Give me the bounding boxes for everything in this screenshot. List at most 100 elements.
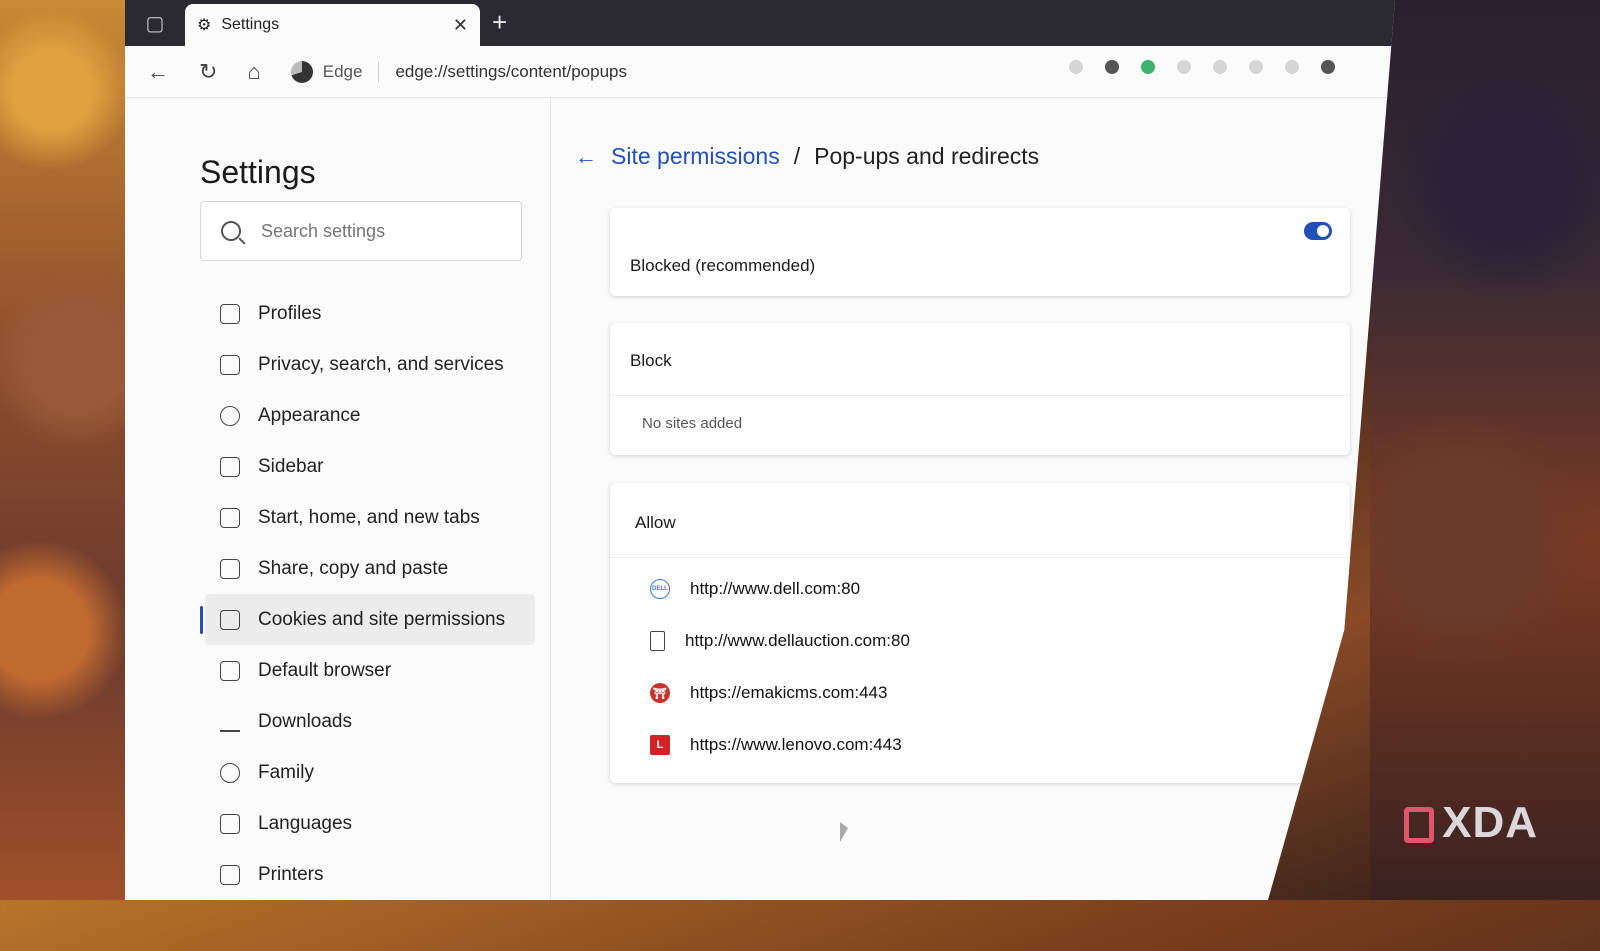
watermark-text: XDA: [1442, 798, 1538, 847]
block-header: Block: [630, 351, 672, 370]
blocked-toggle[interactable]: [1304, 222, 1332, 240]
extension-icon[interactable]: [1141, 60, 1155, 74]
site-url: http://www.dellauction.com:80: [685, 631, 910, 650]
extension-icon[interactable]: [1105, 60, 1119, 74]
settings-content: ← Site permissions / Pop-ups and redirec…: [555, 98, 1375, 900]
sidebar-item-label: Downloads: [258, 710, 352, 732]
lenovo-favicon: L: [650, 735, 670, 755]
site-url: https://emakicms.com:443: [690, 683, 888, 702]
close-icon[interactable]: ✕: [453, 15, 468, 36]
gear-icon: ⚙: [197, 17, 212, 34]
search-input[interactable]: [259, 219, 483, 243]
url-brand: Edge: [322, 61, 363, 81]
sidebar-item-label: Printers: [258, 863, 324, 885]
family-icon: [220, 762, 240, 783]
toolbar: ← ↻ ⌂ Edge edge://settings/content/popup…: [125, 46, 1395, 98]
sidebar-item-printers[interactable]: Printers: [205, 849, 535, 900]
cookies-icon: [220, 609, 240, 630]
address-bar[interactable]: Edge edge://settings/content/popups: [290, 60, 627, 83]
mouse-cursor-icon: [840, 822, 848, 842]
sidebar-item-cookies[interactable]: Cookies and site permissions: [200, 594, 535, 645]
sidebar-item-privacy[interactable]: Privacy, search, and services: [205, 339, 535, 390]
list-item[interactable]: ⛩ https://emakicms.com:443: [650, 683, 887, 703]
sidebar-item-label: Cookies and site permissions: [258, 608, 506, 630]
extension-icon[interactable]: [1285, 60, 1299, 74]
url-text: edge://settings/content/popups: [395, 61, 627, 81]
palette-icon: [220, 405, 240, 426]
sidebar-item-appearance[interactable]: Appearance: [205, 390, 535, 441]
back-button[interactable]: ←: [147, 59, 169, 85]
sidebar-icon: [220, 456, 240, 477]
breadcrumb-separator: /: [793, 143, 801, 169]
extensions-area: [1069, 60, 1335, 74]
list-item[interactable]: L https://www.lenovo.com:443: [650, 735, 902, 755]
sidebar-item-profiles[interactable]: Profiles: [205, 288, 535, 339]
sidebar-item-label: Start, home, and new tabs: [258, 506, 480, 528]
tab-actions-icon[interactable]: ▢: [125, 0, 185, 46]
allow-header: Allow: [635, 513, 676, 532]
divider: [610, 395, 1350, 396]
site-url: https://www.lenovo.com:443: [690, 735, 902, 754]
background-left: [0, 0, 130, 900]
sidebar-item-label: Family: [258, 761, 314, 783]
list-item[interactable]: http://www.dellauction.com:80: [650, 631, 910, 651]
document-icon: [650, 631, 665, 651]
sidebar-item-share[interactable]: Share, copy and paste: [205, 543, 535, 594]
extension-icon[interactable]: [1177, 60, 1191, 74]
allow-card: Allow DELL http://www.dell.com:80 http:/…: [610, 483, 1350, 783]
browser-icon: [220, 660, 240, 681]
dell-favicon: DELL: [650, 579, 670, 599]
sidebar-item-languages[interactable]: Languages: [205, 798, 535, 849]
xda-logo-icon: [1404, 807, 1435, 844]
blocked-card: Blocked (recommended): [610, 208, 1350, 296]
sidebar-item-default-browser[interactable]: Default browser: [205, 645, 535, 696]
sidebar-item-family[interactable]: Family: [205, 747, 535, 798]
printer-icon: [220, 864, 240, 885]
profile-icon: [220, 303, 240, 324]
search-box[interactable]: [200, 201, 522, 261]
sidebar-item-label: System and performance: [258, 914, 471, 936]
address-divider: [378, 61, 380, 82]
sidebar-item-label: Sidebar: [258, 455, 324, 477]
refresh-button[interactable]: ↻: [199, 59, 217, 85]
block-empty-text: No sites added: [642, 415, 743, 432]
xda-watermark: XDA: [1404, 798, 1538, 848]
settings-sidebar: Settings Profiles Privacy, search, and s…: [125, 98, 551, 900]
download-icon: [220, 712, 240, 732]
language-icon: [220, 813, 240, 834]
sidebar-item-system[interactable]: System and performance: [205, 900, 535, 951]
sidebar-item-label: Privacy, search, and services: [258, 353, 504, 375]
edge-icon: [290, 60, 313, 83]
tab-title: Settings: [221, 16, 280, 33]
extension-icon[interactable]: [1213, 60, 1227, 74]
profile-avatar[interactable]: [1321, 60, 1335, 74]
sidebar-item-start-home[interactable]: Start, home, and new tabs: [205, 492, 535, 543]
home-tabs-icon: [220, 507, 240, 528]
sidebar-item-sidebar[interactable]: Sidebar: [205, 441, 535, 492]
breadcrumb-parent-link[interactable]: Site permissions: [611, 143, 780, 170]
extension-icon[interactable]: [1249, 60, 1263, 74]
sidebar-item-label: Share, copy and paste: [258, 557, 449, 579]
back-arrow-icon[interactable]: ←: [575, 144, 597, 170]
settings-nav: Profiles Privacy, search, and services A…: [200, 288, 535, 951]
block-card: Block No sites added: [610, 323, 1350, 455]
system-icon: [220, 916, 240, 936]
search-icon: [221, 221, 241, 241]
page-title: Settings: [200, 154, 316, 190]
divider: [610, 557, 1350, 558]
sidebar-item-label: Appearance: [258, 404, 361, 426]
favorite-star-icon[interactable]: [1069, 60, 1083, 74]
site-url: http://www.dell.com:80: [690, 579, 861, 598]
background-right: [1370, 0, 1600, 900]
breadcrumb-current: Pop-ups and redirects: [814, 143, 1040, 169]
browser-window: ▢ ⚙ Settings ✕ + ← ↻ ⌂ Edge edge://setti…: [125, 0, 1395, 900]
sidebar-item-label: Profiles: [258, 302, 322, 324]
new-tab-button[interactable]: +: [492, 7, 507, 38]
sidebar-item-downloads[interactable]: Downloads: [205, 696, 535, 747]
blocked-label: Blocked (recommended): [630, 256, 816, 275]
sidebar-item-label: Languages: [258, 812, 353, 834]
list-item[interactable]: DELL http://www.dell.com:80: [650, 579, 860, 599]
home-button[interactable]: ⌂: [247, 59, 260, 85]
emaki-favicon: ⛩: [650, 683, 670, 703]
tab-settings[interactable]: ⚙ Settings ✕: [185, 4, 480, 46]
